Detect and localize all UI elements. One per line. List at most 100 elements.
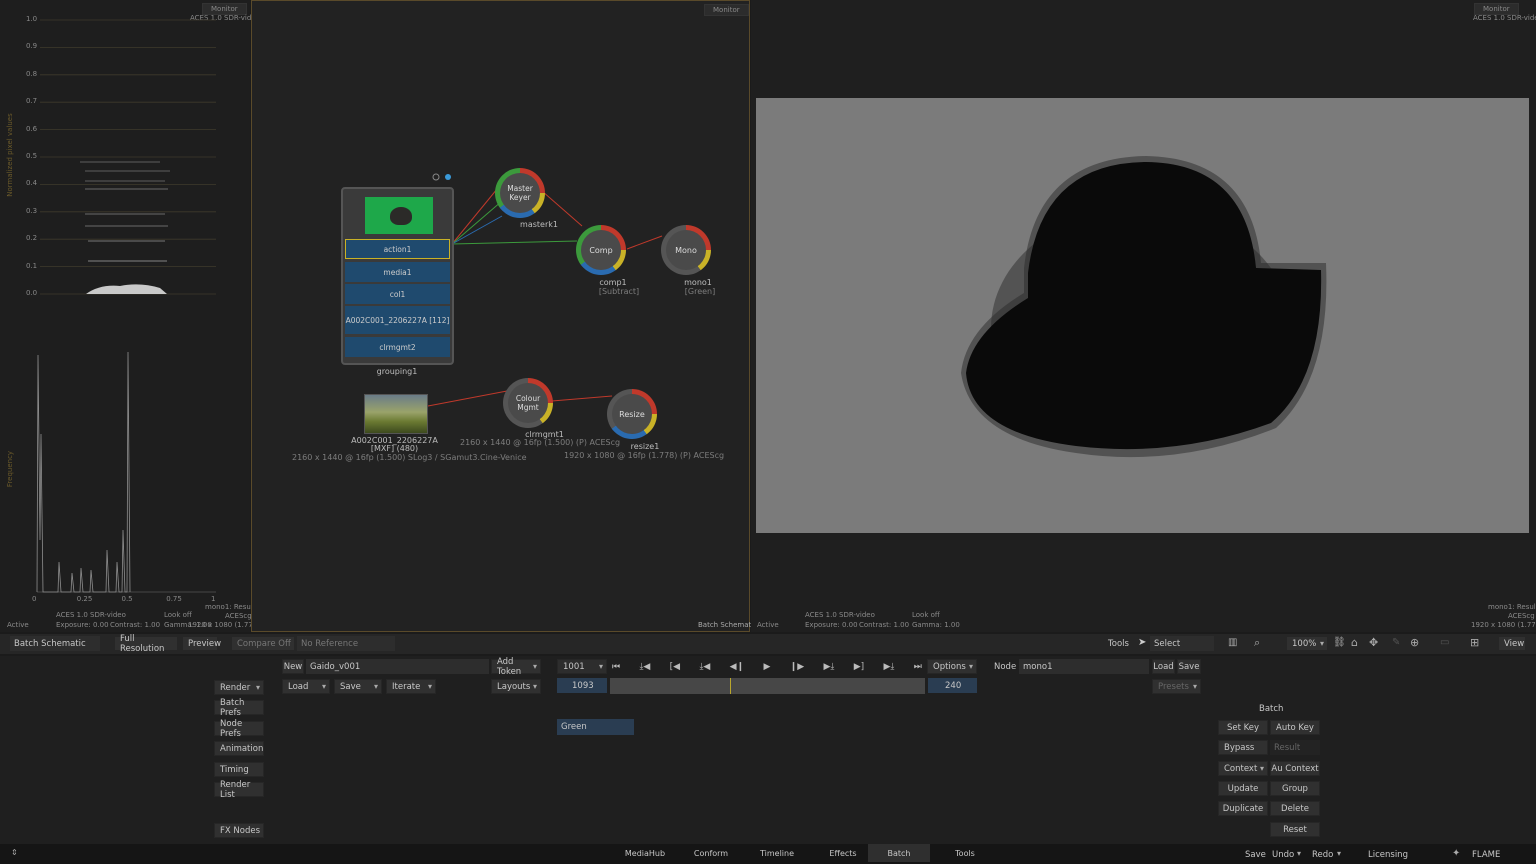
node-prefs-button[interactable]: Node Prefs <box>214 719 264 739</box>
bypass-button[interactable]: Bypass <box>1218 740 1268 755</box>
group-row[interactable]: media1 <box>345 262 450 282</box>
end-frame-field[interactable]: 240 <box>928 678 977 693</box>
context-button[interactable]: Context <box>1218 761 1268 776</box>
group-node[interactable]: action1 media1 col1 A002C001_2206227A [112]… <box>341 187 454 365</box>
link-icon[interactable]: ⛓ <box>1333 637 1346 648</box>
display-icon[interactable]: ▭ <box>1440 637 1449 648</box>
batch-prefs-button[interactable]: Batch Prefs <box>214 698 264 718</box>
zoom-dropdown[interactable]: 100% <box>1286 636 1328 651</box>
step-back-icon[interactable]: ◀❙ <box>730 662 744 672</box>
auto-key-button[interactable]: Auto Key <box>1270 720 1320 735</box>
save-setup-button[interactable]: Save <box>334 679 382 694</box>
tab-tools[interactable]: Tools <box>934 846 996 860</box>
group-row[interactable]: clrmgmt2 <box>345 337 450 357</box>
group-row[interactable]: col1 <box>345 284 450 304</box>
playhead[interactable] <box>730 678 731 694</box>
mono-sub: [Green] <box>684 287 716 296</box>
result-field[interactable]: Result <box>1270 740 1320 755</box>
presets-button[interactable]: Presets <box>1152 679 1201 694</box>
target-icon[interactable]: ⊕ <box>1410 636 1419 649</box>
group-button[interactable]: Group <box>1270 781 1320 796</box>
node-save-button[interactable]: Save <box>1177 659 1201 674</box>
timing-button[interactable]: Timing <box>214 762 264 777</box>
undo-dropdown-icon[interactable]: ▾ <box>1297 849 1301 858</box>
timeline-scrubber[interactable] <box>610 678 925 694</box>
left-look-label: Look off <box>164 611 192 619</box>
comp-text: Comp <box>581 230 621 270</box>
resize-node[interactable]: Resize <box>607 389 657 439</box>
tab-effects[interactable]: Effects <box>812 846 874 860</box>
duplicate-button[interactable]: Duplicate <box>1218 801 1268 816</box>
pen-icon[interactable]: ✎ <box>1392 637 1400 648</box>
render-list-button[interactable]: Render List <box>214 780 264 800</box>
layouts-button[interactable]: Layouts <box>491 679 541 694</box>
redo-dropdown-icon[interactable]: ▾ <box>1337 849 1341 858</box>
green-field[interactable]: Green <box>557 719 634 735</box>
home-icon[interactable]: ⌂ <box>1351 636 1358 649</box>
preview-button[interactable]: Preview <box>182 636 221 651</box>
select-tool[interactable]: Select <box>1150 636 1214 651</box>
tab-conform[interactable]: Conform <box>680 846 742 860</box>
split-view-icon[interactable]: ▥ <box>1228 637 1237 648</box>
prev-key-icon[interactable]: ⤓◀ <box>639 662 650 672</box>
next-key-icon[interactable]: ▶⤓ <box>884 662 895 672</box>
render-button[interactable]: Render <box>214 680 264 695</box>
add-token-button[interactable]: Add Token <box>491 657 541 677</box>
set-key-button[interactable]: Set Key <box>1218 720 1268 735</box>
current-frame-field[interactable]: 1093 <box>557 678 607 693</box>
fx-nodes-button[interactable]: FX Nodes <box>214 823 264 838</box>
reference-field[interactable]: No Reference <box>297 636 395 651</box>
animation-button[interactable]: Animation <box>214 741 264 756</box>
play-icon[interactable]: ▶ <box>763 662 770 672</box>
batch-controls: Render Batch Prefs Node Prefs Animation … <box>0 656 1536 844</box>
viewer-panel[interactable]: Monitor ACES 1.0 SDR-video Active ACES 1… <box>751 0 1536 632</box>
group-row[interactable]: action1 <box>345 239 450 259</box>
full-resolution-button[interactable]: Full Resolution <box>114 634 178 654</box>
load-button[interactable]: Load <box>282 679 330 694</box>
batch-schematic-panel[interactable]: Monitor Batch Schematic action1 media1 col… <box>251 0 757 632</box>
bottom-undo-button[interactable]: Undo <box>1272 850 1294 860</box>
bottom-redo-button[interactable]: Redo <box>1312 850 1333 860</box>
cursor-icon: ➤ <box>1138 637 1147 648</box>
bottom-save-button[interactable]: Save <box>1245 850 1266 860</box>
delete-button[interactable]: Delete <box>1270 801 1320 816</box>
setup-name-field[interactable]: Gaido_v001 <box>306 659 489 674</box>
search-icon[interactable]: ⌕ <box>1254 636 1260 650</box>
node-name-field[interactable]: mono1 <box>1019 659 1149 674</box>
mark-out-icon[interactable]: ▶] <box>854 662 864 672</box>
compare-button[interactable]: Compare Off <box>231 636 295 651</box>
update-button[interactable]: Update <box>1218 781 1268 796</box>
tab-batch[interactable]: Batch <box>868 844 930 862</box>
clip-thumbnail[interactable] <box>364 394 428 434</box>
mark-in-icon[interactable]: [◀ <box>670 662 680 672</box>
masterkeyer-node[interactable]: Master Keyer <box>495 168 545 218</box>
masterkeyer-text2: Keyer <box>509 193 531 202</box>
add-view-icon[interactable]: ⊞ <box>1470 636 1479 649</box>
comp-node[interactable]: Comp <box>576 225 626 275</box>
move-icon[interactable]: ✥ <box>1369 636 1378 649</box>
histogram-xtick: 0.25 <box>76 595 93 603</box>
licensing-button[interactable]: Licensing <box>1368 850 1408 860</box>
batch-schematic-button[interactable]: Batch Schematic <box>10 636 100 651</box>
reset-button[interactable]: Reset <box>1270 822 1320 837</box>
tab-timeline[interactable]: Timeline <box>746 846 808 860</box>
iterate-button[interactable]: Iterate <box>386 679 436 694</box>
masterkeyer-name: masterk1 <box>520 220 558 229</box>
view-button[interactable]: View <box>1498 636 1526 651</box>
node-load-button[interactable]: Load <box>1152 659 1175 674</box>
go-start-icon[interactable]: ⏮ <box>612 662 620 672</box>
options-button[interactable]: Options <box>927 659 977 674</box>
next-mark-icon[interactable]: ▶⤓ <box>824 662 835 672</box>
frame-field[interactable]: 1001 <box>557 659 607 674</box>
clip-info: 2160 x 1440 @ 16fp (1.500) SLog3 / SGamu… <box>292 453 527 462</box>
collapse-icon[interactable]: ⇕ <box>11 848 18 857</box>
mono-node[interactable]: Mono <box>661 225 711 275</box>
tab-mediahub[interactable]: MediaHub <box>614 846 676 860</box>
new-button[interactable]: New <box>282 659 304 674</box>
prev-mark-icon[interactable]: ⤓◀ <box>699 662 710 672</box>
group-row[interactable]: A002C001_2206227A [112] <box>345 306 450 334</box>
colourmgmt-node[interactable]: Colour Mgmt <box>503 378 553 428</box>
au-context-button[interactable]: Au Context <box>1270 761 1320 776</box>
go-end-icon[interactable]: ⏭ <box>914 662 922 672</box>
step-forward-icon[interactable]: ❙▶ <box>790 662 804 672</box>
